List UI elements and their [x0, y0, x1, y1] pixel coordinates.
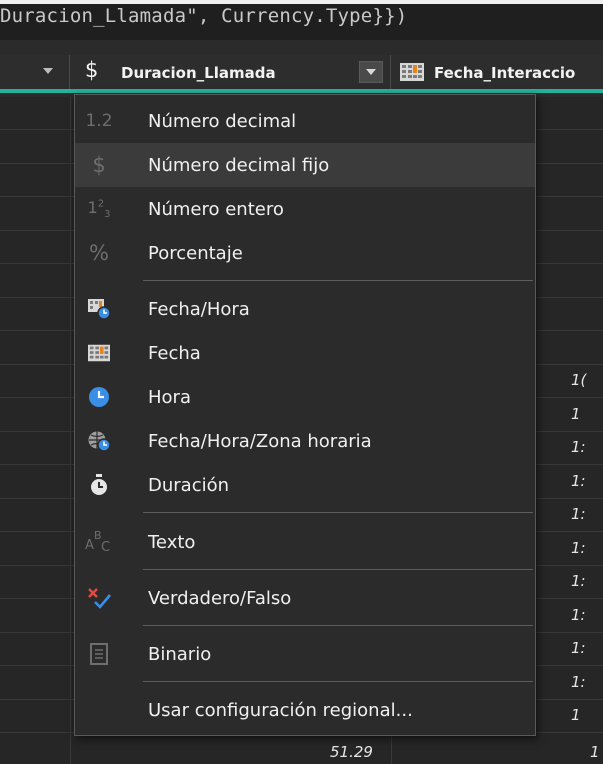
column-header-duracion[interactable]: $ Duracion_Llamada — [71, 55, 391, 89]
menu-item-time[interactable]: Hora — [75, 375, 535, 419]
previous-column-header[interactable] — [0, 55, 70, 89]
menu-item-true-false[interactable]: Verdadero/Falso — [75, 576, 535, 620]
menu-item-label: Fecha — [148, 343, 201, 364]
menu-separator — [143, 280, 533, 281]
menu-item-label: Número decimal — [148, 111, 297, 132]
cell-fecha-last[interactable]: 1 — [590, 743, 600, 761]
chevron-down-icon[interactable] — [43, 68, 53, 74]
menu-item-duration[interactable]: Duración — [75, 463, 535, 507]
menu-item-percent[interactable]: % Porcentaje — [75, 231, 535, 275]
menu-separator — [143, 625, 533, 626]
menu-item-label: Número entero — [148, 199, 284, 220]
menu-item-binary[interactable]: Binario — [75, 632, 535, 676]
cell-fecha-partial[interactable]: 1: — [571, 572, 603, 590]
cell-fecha-partial[interactable]: 1: — [571, 539, 603, 557]
menu-item-label: Verdadero/Falso — [148, 588, 292, 609]
data-type-menu: 1.2 Número decimal $ Número decimal fijo… — [74, 94, 536, 736]
formula-text[interactable]: Duracion_Llamada", Currency.Type}}) — [0, 5, 407, 27]
fixed-decimal-icon: $ — [92, 153, 106, 177]
whole-number-icon: 123 — [87, 197, 111, 221]
cell-fecha-partial[interactable]: 1: — [571, 505, 603, 523]
cell-fecha-partial[interactable]: 1: — [571, 472, 603, 490]
clock-icon — [83, 381, 115, 413]
column-header-row: $ Duracion_Llamada Fecha_Interaccio — [0, 55, 603, 93]
menu-item-label: Fecha/Hora — [148, 299, 250, 320]
cell-fecha-partial[interactable]: 1: — [571, 606, 603, 624]
menu-separator — [143, 681, 533, 682]
percent-icon: % — [89, 241, 109, 265]
menu-item-label: Usar configuración regional... — [148, 700, 413, 721]
menu-item-locale[interactable]: Usar configuración regional... — [75, 688, 535, 732]
true-false-icon — [83, 582, 115, 614]
cell-fecha-partial[interactable]: 1( — [571, 371, 603, 389]
cell-fecha-partial[interactable]: 1 — [571, 706, 603, 724]
cell-duracion-last[interactable]: 51.29 — [330, 743, 373, 761]
menu-separator — [143, 569, 533, 570]
menu-item-whole-number[interactable]: 123 Número entero — [75, 187, 535, 231]
binary-icon — [83, 638, 115, 670]
menu-item-label: Número decimal fijo — [148, 155, 330, 176]
column-name: Duracion_Llamada — [121, 64, 276, 82]
cell-fecha-partial[interactable]: 1: — [571, 673, 603, 691]
calendar-icon[interactable] — [400, 63, 424, 81]
window-edge — [0, 0, 603, 4]
currency-type-icon[interactable]: $ — [85, 58, 98, 82]
stopwatch-icon — [83, 469, 115, 501]
cell-fecha-partial[interactable]: 1: — [571, 639, 603, 657]
menu-item-label: Hora — [148, 387, 191, 408]
menu-separator — [143, 512, 533, 513]
cell-fecha-partial[interactable]: 1 — [571, 405, 603, 423]
menu-item-label: Binario — [148, 644, 212, 665]
formula-bar[interactable]: Duracion_Llamada", Currency.Type}}) — [0, 0, 603, 40]
menu-item-fixed-decimal[interactable]: $ Número decimal fijo — [75, 143, 535, 187]
menu-item-label: Texto — [148, 532, 196, 553]
menu-item-datetime-zone[interactable]: Fecha/Hora/Zona horaria — [75, 419, 535, 463]
cell-fecha-partial[interactable]: 1: — [571, 438, 603, 456]
menu-item-decimal[interactable]: 1.2 Número decimal — [75, 99, 535, 143]
menu-item-date[interactable]: Fecha — [75, 331, 535, 375]
menu-item-label: Fecha/Hora/Zona horaria — [148, 431, 372, 452]
menu-item-label: Duración — [148, 475, 230, 496]
menu-item-label: Porcentaje — [148, 243, 243, 264]
menu-item-datetime[interactable]: Fecha/Hora — [75, 287, 535, 331]
calendar-icon — [83, 337, 115, 369]
column-name: Fecha_Interaccio — [434, 64, 576, 82]
column-header-fecha[interactable]: Fecha_Interaccio — [392, 55, 603, 89]
chevron-down-icon — [366, 69, 376, 75]
datetime-zone-icon — [83, 425, 115, 457]
datetime-icon — [83, 293, 115, 325]
decimal-icon: 1.2 — [85, 111, 113, 131]
column-filter-button[interactable] — [359, 61, 383, 83]
menu-item-text[interactable]: A B C Texto — [75, 520, 535, 564]
text-icon: A B C — [85, 529, 111, 555]
